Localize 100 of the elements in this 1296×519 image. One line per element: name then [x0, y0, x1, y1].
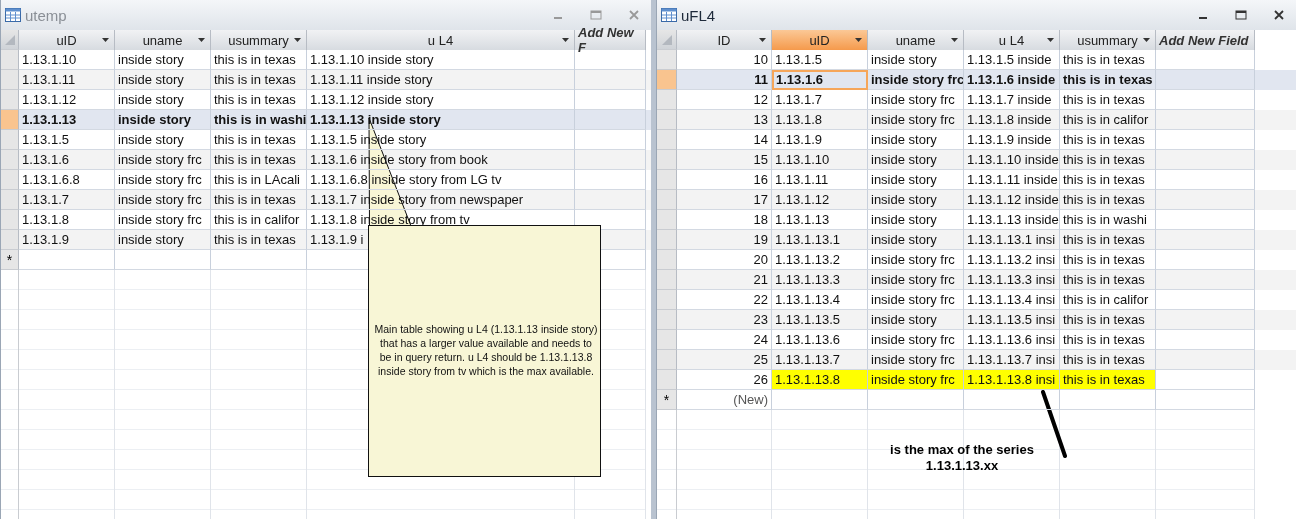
table-cell: inside story frc	[115, 190, 211, 210]
table-cell: 1.13.1.6 inside	[964, 70, 1060, 90]
table-cell: 1.13.1.11	[19, 70, 115, 90]
cell-input[interactable]: 1.13.1.6	[772, 70, 868, 90]
row-selector[interactable]	[1, 150, 19, 170]
row-selector[interactable]	[1, 190, 19, 210]
table-cell: inside story	[115, 230, 211, 250]
column-header[interactable]: u L4	[964, 30, 1060, 50]
row-selector[interactable]	[1, 210, 19, 230]
table-row[interactable]: 15 1.13.1.10 inside story 1.13.1.10 inside this is in texas	[657, 150, 1296, 170]
dropdown-icon[interactable]	[562, 38, 569, 42]
table-cell: inside story frc	[868, 370, 964, 390]
table-cell: inside story	[115, 110, 211, 130]
column-header[interactable]: uID	[19, 30, 115, 50]
column-header[interactable]: usummary	[1060, 30, 1156, 50]
table-cell: this is in texas	[211, 150, 307, 170]
new-row-marker: *	[657, 390, 677, 410]
column-header[interactable]: uname	[115, 30, 211, 50]
table-row[interactable]: 11 1.13.1.6 inside story frc 1.13.1.6 inside this is in texas	[657, 70, 1296, 90]
table-icon	[5, 8, 21, 22]
table-cell: this is in califor	[1060, 110, 1156, 130]
table-cell: 21	[677, 270, 772, 290]
row-selector[interactable]	[657, 350, 677, 370]
callout-text: Main table showing u L4 (1.13.1.13 inside story) that has a larger value available and needs to be in query return. u L4 should be 1.13.1.13.8 inside story from tv which is the max available.	[373, 322, 599, 378]
new-row-placeholder[interactable]: (New)	[677, 390, 772, 410]
row-selector[interactable]	[1, 110, 19, 130]
table-cell: 1.13.1.9	[19, 230, 115, 250]
dropdown-icon[interactable]	[198, 38, 205, 42]
table-cell: 1.13.1.10 inside	[964, 150, 1060, 170]
row-selector[interactable]	[1, 70, 19, 90]
table-cell: 1.13.1.13.5 insi	[964, 310, 1060, 330]
table-cell: 1.13.1.6	[19, 150, 115, 170]
row-selector[interactable]	[657, 130, 677, 150]
table-row[interactable]: 25 1.13.1.13.7 inside story frc 1.13.1.13.7 insi this is in texas	[657, 350, 1296, 370]
table-cell: inside story	[868, 310, 964, 330]
table-cell: 1.13.1.10	[772, 150, 868, 170]
column-header[interactable]: u L4	[307, 30, 575, 50]
table-cell: 1.13.1.13.5	[772, 310, 868, 330]
dropdown-icon[interactable]	[951, 38, 958, 42]
row-selector[interactable]	[657, 230, 677, 250]
close-icon[interactable]	[1273, 9, 1285, 21]
table-icon	[661, 8, 677, 22]
row-selector[interactable]	[657, 290, 677, 310]
column-header[interactable]: uID	[772, 30, 868, 50]
row-selector[interactable]	[657, 310, 677, 330]
table-cell: 1.13.1.13.3	[772, 270, 868, 290]
table-cell: 15	[677, 150, 772, 170]
row-selector[interactable]	[657, 210, 677, 230]
dropdown-icon[interactable]	[855, 38, 862, 42]
column-header[interactable]: Add New Field	[1156, 30, 1255, 50]
table-row[interactable]: 13 1.13.1.8 inside story frc 1.13.1.8 inside this is in califor	[657, 110, 1296, 130]
row-selector[interactable]	[1, 90, 19, 110]
table-cell: this is in texas	[211, 230, 307, 250]
table-cell: 1.13.1.13	[19, 110, 115, 130]
table-row[interactable]: 26 1.13.1.13.8 inside story frc 1.13.1.13.8 insi this is in texas	[657, 370, 1296, 390]
window-title: utemp	[25, 6, 68, 24]
table-cell: inside story frc	[868, 70, 964, 90]
row-selector[interactable]	[657, 150, 677, 170]
table-row[interactable]: 23 1.13.1.13.5 inside story 1.13.1.13.5 insi this is in texas	[657, 310, 1296, 330]
table-row[interactable]: 1.13.1.11 inside story this is in texas 1.13.1.11 inside story	[1, 70, 651, 90]
table-row[interactable]: 1.13.1.13 inside story this is in washi 1.13.1.13 inside story	[1, 110, 651, 130]
row-selector[interactable]	[657, 90, 677, 110]
dropdown-icon[interactable]	[294, 38, 301, 42]
table-cell: 1.13.1.7	[19, 190, 115, 210]
table-cell: this is in texas	[1060, 270, 1156, 290]
table-row[interactable]: 19 1.13.1.13.1 inside story 1.13.1.13.1 insi this is in texas	[657, 230, 1296, 250]
dropdown-icon[interactable]	[1047, 38, 1054, 42]
table-row[interactable]: 17 1.13.1.12 inside story 1.13.1.12 inside this is in texas	[657, 190, 1296, 210]
dropdown-icon[interactable]	[759, 38, 766, 42]
column-header[interactable]: Add New F	[575, 30, 646, 50]
row-selector[interactable]	[657, 110, 677, 130]
row-selector[interactable]	[657, 50, 677, 70]
row-selector[interactable]	[657, 330, 677, 350]
corner-triangle-icon[interactable]	[3, 33, 16, 46]
row-selector[interactable]	[1, 230, 19, 250]
table-cell: inside story	[868, 230, 964, 250]
table-cell: 19	[677, 230, 772, 250]
table-cell: 1.13.1.13.8	[772, 370, 868, 390]
table-cell: this is in texas	[1060, 190, 1156, 210]
row-selector[interactable]	[657, 270, 677, 290]
column-header[interactable]: ID	[677, 30, 772, 50]
select-all-corner[interactable]	[1, 30, 19, 50]
row-selector[interactable]	[657, 70, 677, 90]
column-header[interactable]: usummary	[211, 30, 307, 50]
table-row[interactable]: 21 1.13.1.13.3 inside story frc 1.13.1.13.3 insi this is in texas	[657, 270, 1296, 290]
dropdown-icon[interactable]	[1143, 38, 1150, 42]
row-selector[interactable]	[657, 190, 677, 210]
table-cell: inside story	[868, 190, 964, 210]
row-selector[interactable]	[1, 170, 19, 190]
maximize-icon[interactable]	[1235, 10, 1247, 20]
row-selector[interactable]	[1, 50, 19, 70]
table-cell: inside story frc	[868, 270, 964, 290]
row-selector[interactable]	[657, 170, 677, 190]
table-cell: 23	[677, 310, 772, 330]
row-selector[interactable]	[1, 130, 19, 150]
row-selector[interactable]	[657, 370, 677, 390]
table-cell: this is in texas	[211, 190, 307, 210]
dropdown-icon[interactable]	[102, 38, 109, 42]
row-selector[interactable]	[657, 250, 677, 270]
column-header[interactable]: uname	[868, 30, 964, 50]
